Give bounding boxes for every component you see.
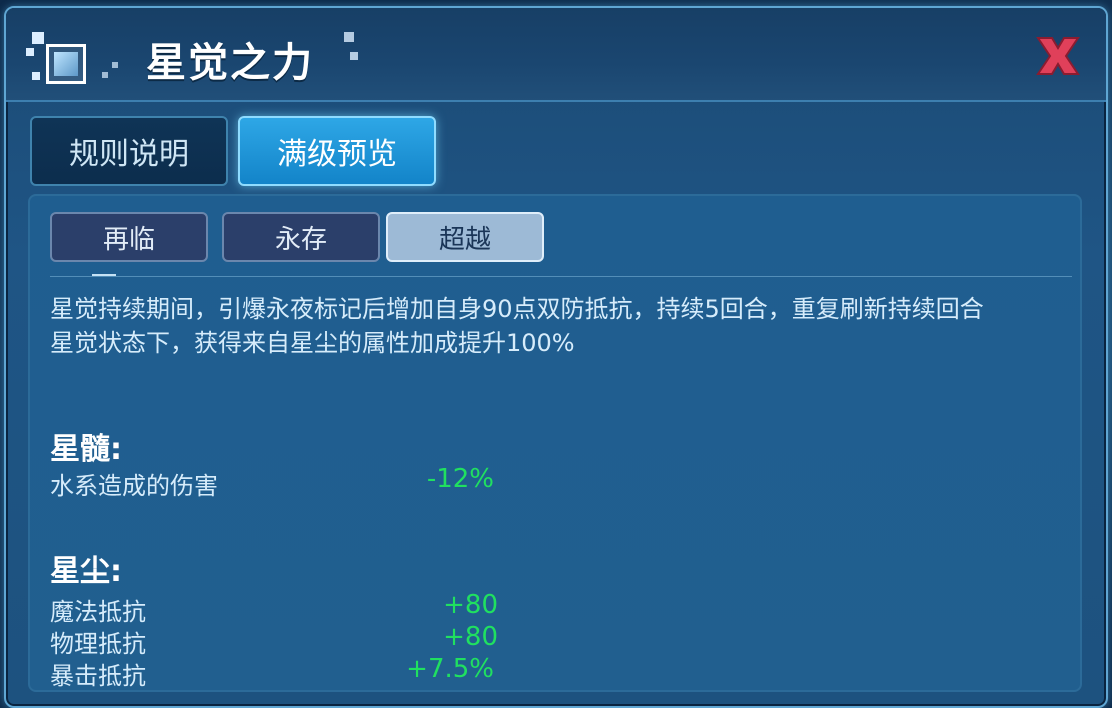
description-line-1: 星觉持续期间，引爆永夜标记后增加自身90点双防抵抗，持续5回合，重复刷新持续回合: [50, 295, 984, 323]
tab-rules[interactable]: 规则说明: [30, 116, 228, 186]
dialog-title: 星觉之力: [146, 40, 314, 86]
divider-marker: [92, 274, 116, 276]
subtab-yongcun[interactable]: 永存: [222, 212, 380, 262]
stat-label: 暴击抵抗: [50, 662, 146, 690]
stat-value: +7.5%: [406, 654, 494, 684]
star-emblem-icon: [26, 32, 118, 90]
stat-value: +80: [443, 590, 498, 620]
preview-panel: 再临 永存 超越 星觉持续期间，引爆永夜标记后增加自身90点双防抵抗，持续5回合…: [28, 194, 1082, 692]
close-x-icon: [1036, 37, 1080, 75]
effect-description: 星觉持续期间，引爆永夜标记后增加自身90点双防抵抗，持续5回合，重复刷新持续回合…: [50, 292, 1060, 360]
close-button[interactable]: [1032, 30, 1084, 82]
tab-max-level-preview[interactable]: 满级预览: [238, 116, 436, 186]
description-line-2: 星觉状态下，获得来自星尘的属性加成提升100%: [50, 329, 575, 357]
stat-value: +80: [443, 622, 498, 652]
dialog-titlebar: 星觉之力: [6, 8, 1106, 102]
stat-label: 水系造成的伤害: [50, 472, 218, 500]
star-awakening-dialog: 星觉之力 规则说明 满级预览 再临 永存 超越 星觉持续期间，引爆永夜标记后增加…: [4, 6, 1108, 708]
stat-value: -12%: [426, 464, 494, 494]
section-title-marrow: 星髓:: [50, 432, 122, 467]
stat-label: 物理抵抗: [50, 630, 146, 658]
subtab-chaoyue[interactable]: 超越: [386, 212, 544, 262]
section-title-dust: 星尘:: [50, 554, 122, 589]
subtab-zailin[interactable]: 再临: [50, 212, 208, 262]
divider: [50, 276, 1072, 277]
stat-label: 魔法抵抗: [50, 598, 146, 626]
